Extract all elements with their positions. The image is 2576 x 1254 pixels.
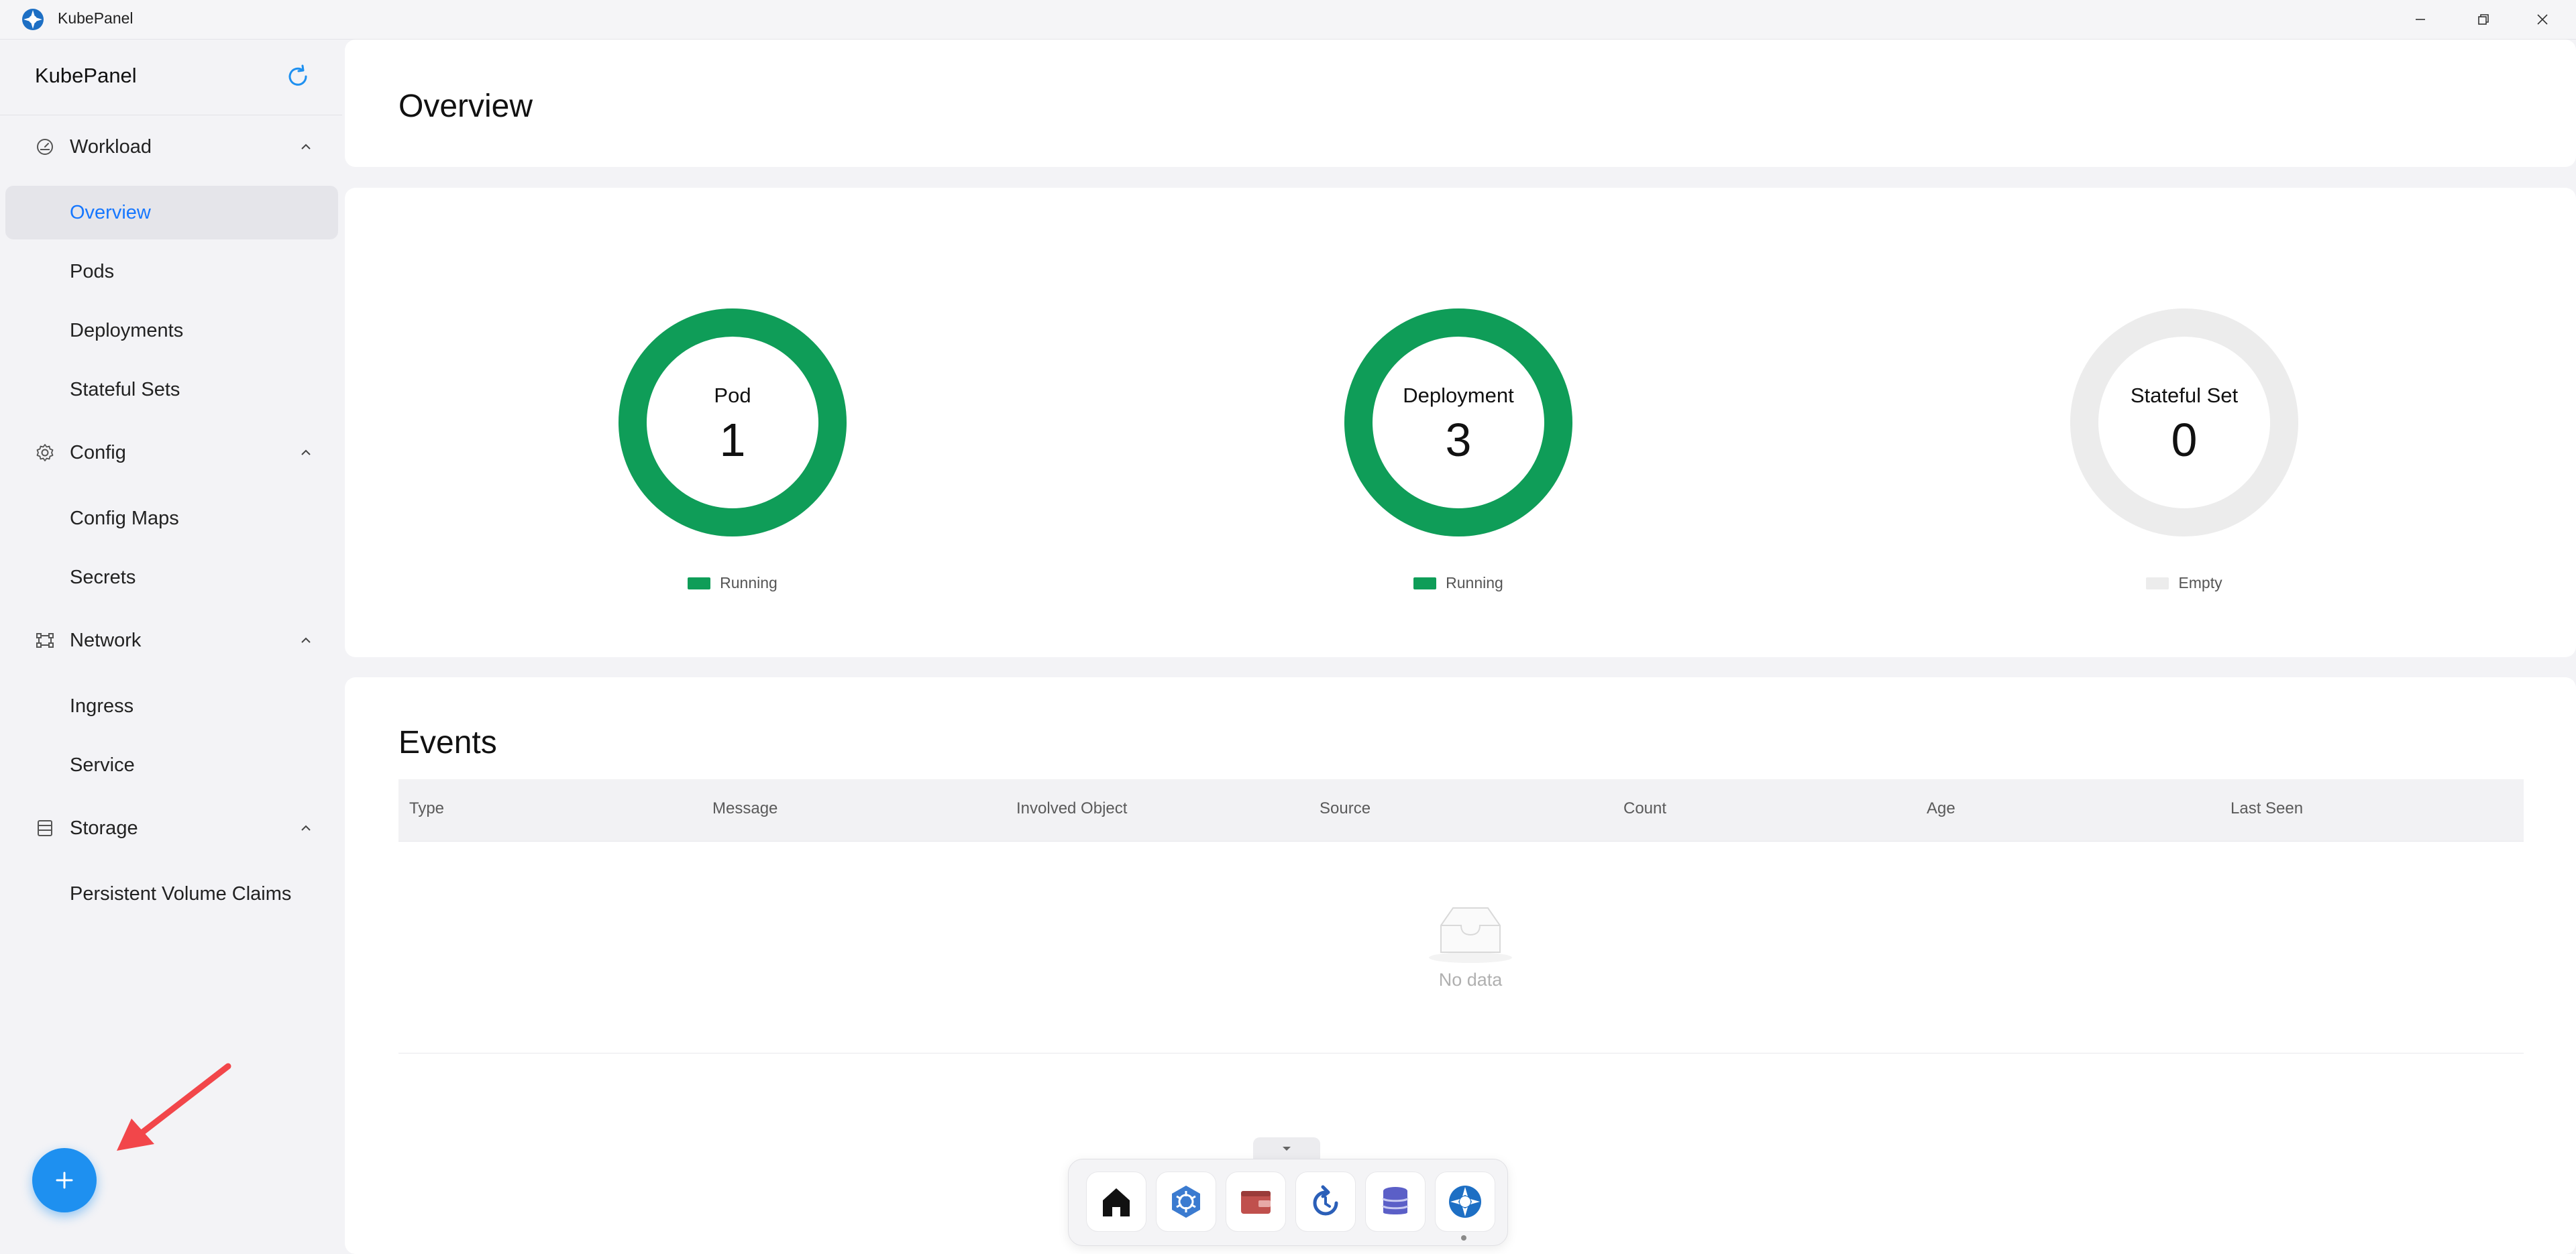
column-header-source[interactable]: Source bbox=[1320, 799, 1371, 818]
window-title: KubePanel bbox=[58, 9, 133, 27]
annotation-arrow-icon bbox=[117, 1063, 231, 1151]
stat-label: Stateful Set bbox=[2130, 384, 2239, 407]
minimize-icon bbox=[2416, 19, 2425, 20]
app-dock bbox=[1068, 1159, 1508, 1246]
sidebar-item-stateful-sets[interactable]: Stateful Sets bbox=[5, 363, 338, 416]
legend-swatch bbox=[688, 577, 711, 589]
events-table-header: Type Message Involved Object Source Coun… bbox=[398, 779, 2524, 842]
sidebar-header: KubePanel bbox=[0, 40, 342, 115]
sidebar-group-storage[interactable]: Storage bbox=[0, 808, 342, 848]
chevron-up-icon[interactable] bbox=[298, 820, 314, 836]
stat-value: 3 bbox=[1445, 414, 1472, 466]
dock-sync[interactable] bbox=[1295, 1172, 1356, 1232]
stat-label: Deployment bbox=[1403, 384, 1514, 407]
kubepanel-icon bbox=[1449, 1186, 1481, 1218]
dashboard-icon bbox=[37, 139, 53, 155]
chevron-up-icon[interactable] bbox=[298, 632, 314, 648]
sidebar-item-label: Config Maps bbox=[70, 508, 179, 529]
sidebar-group-workload[interactable]: Workload bbox=[0, 127, 342, 167]
refresh-icon[interactable] bbox=[284, 63, 311, 90]
home-icon bbox=[1103, 1188, 1130, 1216]
storage-icon bbox=[38, 820, 52, 836]
sidebar-item-ingress[interactable]: Ingress bbox=[5, 679, 338, 733]
column-header-involved-object[interactable]: Involved Object bbox=[1016, 799, 1127, 818]
minimize-button[interactable] bbox=[2400, 5, 2440, 34]
brand-title: KubePanel bbox=[35, 64, 137, 87]
sidebar-group-config[interactable]: Config bbox=[0, 433, 342, 473]
close-button[interactable] bbox=[2522, 5, 2563, 34]
stat-legend: Running bbox=[598, 574, 867, 592]
column-header-message[interactable]: Message bbox=[712, 799, 777, 818]
sidebar-item-config-maps[interactable]: Config Maps bbox=[5, 492, 338, 545]
close-icon bbox=[2537, 14, 2548, 25]
sidebar-item-label: Ingress bbox=[70, 695, 134, 717]
plus-icon bbox=[56, 1172, 73, 1189]
network-icon bbox=[36, 633, 54, 648]
stat-value: 1 bbox=[719, 414, 746, 466]
stat-deployment[interactable]: Deployment 3 Running bbox=[1324, 188, 1593, 630]
legend-label: Running bbox=[1446, 574, 1503, 591]
legend-swatch bbox=[2146, 577, 2169, 589]
legend-label: Running bbox=[720, 574, 777, 591]
sidebar-group-label: Config bbox=[70, 442, 126, 463]
sidebar-group-label: Network bbox=[70, 630, 142, 651]
active-app-indicator bbox=[1461, 1235, 1466, 1241]
sidebar-item-overview[interactable]: Overview bbox=[5, 186, 338, 239]
sidebar-item-label: Secrets bbox=[70, 567, 136, 588]
kubepanel-logo-icon bbox=[22, 9, 44, 30]
column-header-last-seen[interactable]: Last Seen bbox=[2231, 799, 2303, 818]
kubernetes-helm-icon bbox=[1172, 1186, 1200, 1218]
stat-stateful-set[interactable]: Stateful Set 0 Empty bbox=[2050, 188, 2318, 630]
sidebar-group-label: Storage bbox=[70, 817, 138, 839]
legend-swatch bbox=[1413, 577, 1437, 589]
empty-inbox-icon bbox=[1429, 907, 1512, 963]
chevron-down-icon bbox=[1283, 1147, 1291, 1151]
sidebar-item-service[interactable]: Service bbox=[5, 738, 338, 792]
dock-toggle[interactable] bbox=[1253, 1137, 1320, 1160]
sidebar-item-deployments[interactable]: Deployments bbox=[5, 304, 338, 357]
dock-wallet[interactable] bbox=[1226, 1172, 1286, 1232]
add-button[interactable] bbox=[32, 1148, 97, 1212]
chevron-up-icon[interactable] bbox=[298, 139, 314, 155]
events-title: Events bbox=[398, 725, 497, 760]
sidebar-item-label: Service bbox=[70, 754, 135, 776]
dock-helm[interactable] bbox=[1156, 1172, 1216, 1232]
sidebar-item-pods[interactable]: Pods bbox=[5, 245, 338, 298]
overview-stats-card: Pod 1 Running Deployment 3 Running State… bbox=[345, 188, 2576, 657]
wallet-icon bbox=[1241, 1191, 1271, 1214]
overview-header-card: Overview bbox=[345, 40, 2576, 167]
gear-icon bbox=[36, 444, 54, 461]
legend-label: Empty bbox=[2178, 574, 2222, 591]
sync-icon bbox=[1313, 1185, 1338, 1216]
sidebar-item-label: Overview bbox=[70, 202, 151, 223]
empty-state-text: No data bbox=[1438, 970, 1503, 990]
page-title: Overview bbox=[398, 89, 533, 124]
sidebar-item-label: Pods bbox=[70, 261, 115, 282]
dock-home[interactable] bbox=[1086, 1172, 1146, 1232]
dock-kubepanel[interactable] bbox=[1435, 1172, 1495, 1232]
restore-icon bbox=[2478, 14, 2489, 25]
column-header-count[interactable]: Count bbox=[1623, 799, 1666, 818]
database-icon bbox=[1382, 1187, 1409, 1214]
stat-pod[interactable]: Pod 1 Running bbox=[598, 188, 867, 630]
sidebar-item-label: Stateful Sets bbox=[70, 379, 180, 400]
sidebar-item-label: Persistent Volume Claims bbox=[70, 883, 292, 905]
stat-value: 0 bbox=[2171, 414, 2198, 466]
stat-legend: Empty bbox=[2050, 574, 2318, 592]
sidebar-item-label: Deployments bbox=[70, 320, 184, 341]
sidebar-group-label: Workload bbox=[70, 136, 152, 158]
stat-legend: Running bbox=[1324, 574, 1593, 592]
column-header-age[interactable]: Age bbox=[1927, 799, 1955, 818]
sidebar-item-persistent-volume-claims[interactable]: Persistent Volume Claims bbox=[5, 867, 338, 921]
stat-label: Pod bbox=[714, 384, 751, 407]
sidebar-group-network[interactable]: Network bbox=[0, 620, 342, 661]
chevron-up-icon[interactable] bbox=[298, 445, 314, 461]
restore-button[interactable] bbox=[2463, 5, 2504, 34]
dock-database[interactable] bbox=[1365, 1172, 1426, 1232]
column-header-type[interactable]: Type bbox=[409, 799, 444, 818]
sidebar-item-secrets[interactable]: Secrets bbox=[5, 551, 338, 604]
window-titlebar: KubePanel bbox=[0, 0, 2576, 40]
